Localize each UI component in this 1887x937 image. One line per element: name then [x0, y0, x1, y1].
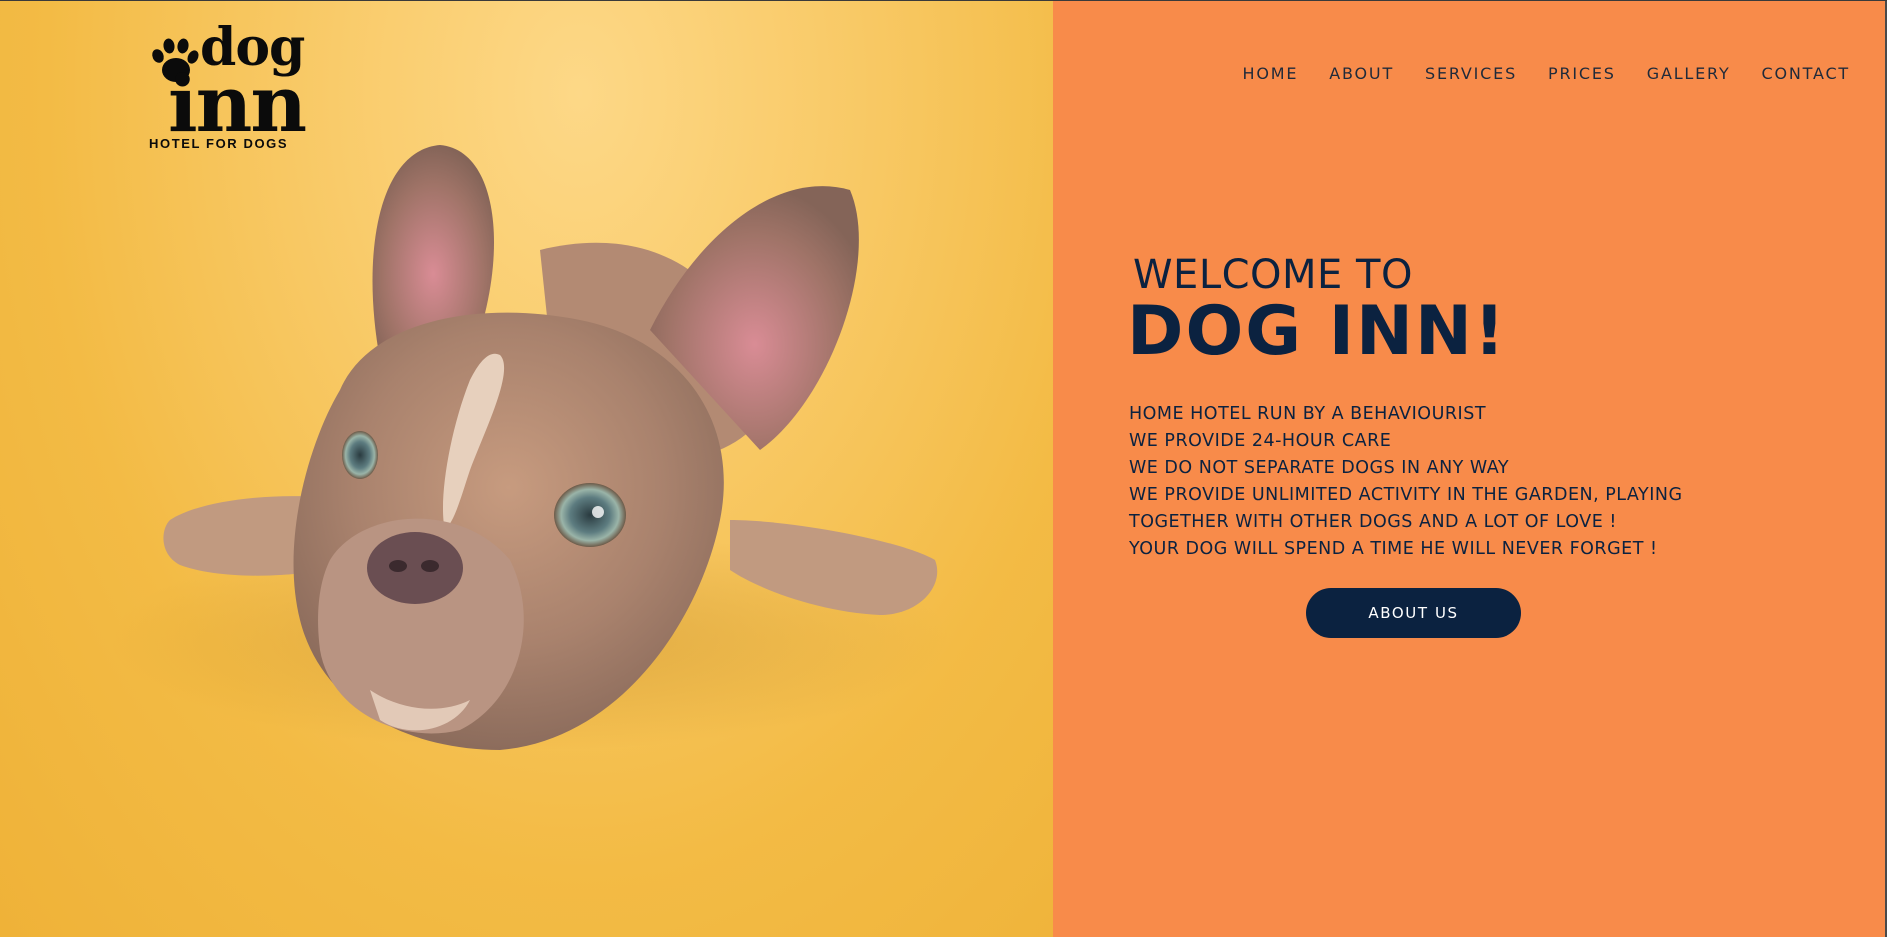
page-title: DOG INN! [1127, 292, 1507, 371]
logo-tagline: HOTEL FOR DOGS [149, 136, 289, 151]
top-border [0, 0, 1887, 1]
nav-item-prices[interactable]: PRICES [1548, 64, 1616, 83]
feature-item: TOGETHER WITH OTHER DOGS AND A LOT OF LO… [1129, 512, 1617, 532]
feature-item: WE PROVIDE 24-HOUR CARE [1129, 431, 1392, 451]
nav-item-gallery[interactable]: GALLERY [1647, 64, 1731, 83]
feature-item: WE PROVIDE UNLIMITED ACTIVITY IN THE GAR… [1129, 485, 1683, 505]
nav-item-about[interactable]: ABOUT [1329, 64, 1394, 83]
nav-item-home[interactable]: HOME [1243, 64, 1299, 83]
nav-item-services[interactable]: SERVICES [1425, 64, 1517, 83]
feature-item: HOME HOTEL RUN BY A BEHAVIOURIST [1129, 404, 1487, 424]
logo-word-inn: inn [168, 59, 307, 150]
feature-item: YOUR DOG WILL SPEND A TIME HE WILL NEVER… [1129, 539, 1658, 559]
landing-page: dog inn HOTEL FOR DOGS HOME ABOUT SERVIC… [0, 0, 1887, 937]
main-nav: HOME ABOUT SERVICES PRICES GALLERY CONTA… [1243, 64, 1850, 83]
site-logo[interactable]: dog inn HOTEL FOR DOGS [148, 22, 308, 154]
feature-item: WE DO NOT SEPARATE DOGS IN ANY WAY [1129, 458, 1510, 478]
about-us-button[interactable]: ABOUT US [1306, 588, 1521, 638]
feature-list: HOME HOTEL RUN BY A BEHAVIOURIST WE PROV… [1129, 401, 1683, 563]
nav-item-contact[interactable]: CONTACT [1762, 64, 1850, 83]
